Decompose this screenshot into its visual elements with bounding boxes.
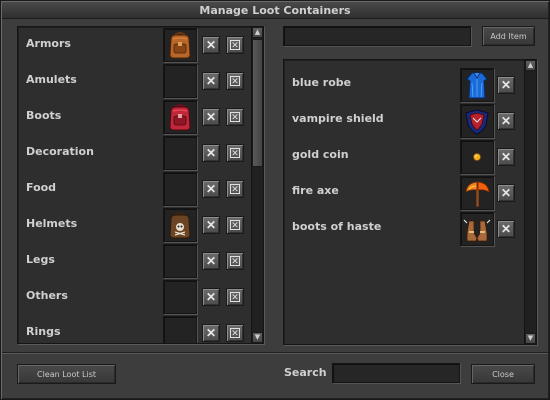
container-slot[interactable] xyxy=(163,316,197,343)
remove-container-button[interactable]: ✕ xyxy=(202,216,220,234)
set-container-button[interactable]: ✕ xyxy=(226,108,244,126)
category-label: Decoration xyxy=(26,145,94,158)
category-label: Legs xyxy=(26,253,55,266)
loot-item-row: fire axe ✕ xyxy=(284,174,524,210)
boots-of-haste-icon xyxy=(463,219,491,242)
loot-item-row: vampire shield ✕ xyxy=(284,102,524,138)
item-slot xyxy=(460,104,494,138)
item-slot xyxy=(460,176,494,210)
container-slot[interactable] xyxy=(163,64,197,98)
category-label: Rings xyxy=(26,325,61,338)
container-slot[interactable] xyxy=(163,28,197,62)
category-row-legs: Legs ✕ ✕ xyxy=(18,243,248,279)
clean-loot-list-button[interactable]: Clean Loot List xyxy=(17,364,116,384)
remove-item-button[interactable]: ✕ xyxy=(497,148,515,166)
manage-loot-window: Manage Loot Containers Armors ✕ ✕ Amulet… xyxy=(0,0,550,400)
category-label: Helmets xyxy=(26,217,78,230)
category-label: Boots xyxy=(26,109,62,122)
category-row-boots: Boots ✕ ✕ xyxy=(18,99,248,135)
scroll-up-icon[interactable]: ▲ xyxy=(525,60,536,71)
blue-robe-icon xyxy=(466,72,488,99)
scroll-up-icon[interactable]: ▲ xyxy=(252,27,263,38)
category-row-armors: Armors ✕ ✕ xyxy=(18,27,248,63)
search-input[interactable] xyxy=(332,363,460,383)
remove-container-button[interactable]: ✕ xyxy=(202,252,220,270)
footer-divider xyxy=(2,352,548,354)
category-label: Armors xyxy=(26,37,71,50)
loot-item-row: blue robe ✕ xyxy=(284,66,524,102)
category-row-amulets: Amulets ✕ ✕ xyxy=(18,63,248,99)
remove-item-button[interactable]: ✕ xyxy=(497,112,515,130)
loot-item-row: gold coin ✕ xyxy=(284,138,524,174)
container-slot[interactable] xyxy=(163,172,197,206)
category-row-helmets: Helmets ✕ ✕ xyxy=(18,207,248,243)
item-name-input[interactable] xyxy=(283,26,471,46)
container-slot[interactable] xyxy=(163,136,197,170)
search-label: Search xyxy=(284,366,327,379)
add-item-button[interactable]: Add Item xyxy=(482,26,535,46)
pirate-backpack-icon xyxy=(169,212,191,239)
orange-backpack-icon xyxy=(169,32,191,59)
remove-container-button[interactable]: ✕ xyxy=(202,180,220,198)
red-backpack-icon xyxy=(169,104,191,131)
item-slot xyxy=(460,68,494,102)
gold-coin-icon xyxy=(473,153,481,161)
item-label: boots of haste xyxy=(292,220,382,233)
set-container-button[interactable]: ✕ xyxy=(226,324,244,342)
remove-container-button[interactable]: ✕ xyxy=(202,36,220,54)
set-container-button[interactable]: ✕ xyxy=(226,144,244,162)
vampire-shield-icon xyxy=(465,109,489,135)
category-label: Others xyxy=(26,289,68,302)
category-row-others: Others ✕ ✕ xyxy=(18,279,248,315)
scroll-thumb[interactable] xyxy=(252,39,263,167)
set-container-button[interactable]: ✕ xyxy=(226,288,244,306)
remove-container-button[interactable]: ✕ xyxy=(202,288,220,306)
set-container-button[interactable]: ✕ xyxy=(226,36,244,54)
remove-item-button[interactable]: ✕ xyxy=(497,184,515,202)
loot-item-list: blue robe ✕ vampire shield ✕ gold coin ✕… xyxy=(283,59,537,345)
item-slot xyxy=(460,212,494,246)
remove-container-button[interactable]: ✕ xyxy=(202,108,220,126)
close-button[interactable]: Close xyxy=(471,364,535,384)
category-label: Amulets xyxy=(26,73,77,86)
category-scrollbar[interactable]: ▲ ▼ xyxy=(251,27,263,343)
item-slot xyxy=(460,140,494,174)
set-container-button[interactable]: ✕ xyxy=(226,216,244,234)
scroll-down-icon[interactable]: ▼ xyxy=(525,333,536,344)
category-row-rings: Rings ✕ ✕ xyxy=(18,315,248,343)
container-slot[interactable] xyxy=(163,208,197,242)
remove-container-button[interactable]: ✕ xyxy=(202,72,220,90)
category-list: Armors ✕ ✕ Amulets ✕ ✕ Boots ✕ ✕ Decorat… xyxy=(17,26,264,344)
set-container-button[interactable]: ✕ xyxy=(226,252,244,270)
remove-container-button[interactable]: ✕ xyxy=(202,144,220,162)
category-row-decoration: Decoration ✕ ✕ xyxy=(18,135,248,171)
remove-item-button[interactable]: ✕ xyxy=(497,220,515,238)
item-label: blue robe xyxy=(292,76,352,89)
container-slot[interactable] xyxy=(163,244,197,278)
fire-axe-icon xyxy=(465,181,490,208)
set-container-button[interactable]: ✕ xyxy=(226,72,244,90)
item-label: vampire shield xyxy=(292,112,384,125)
container-slot[interactable] xyxy=(163,280,197,314)
item-label: gold coin xyxy=(292,148,349,161)
category-row-food: Food ✕ ✕ xyxy=(18,171,248,207)
window-title[interactable]: Manage Loot Containers xyxy=(2,2,548,19)
scroll-down-icon[interactable]: ▼ xyxy=(252,332,263,343)
set-container-button[interactable]: ✕ xyxy=(226,180,244,198)
remove-container-button[interactable]: ✕ xyxy=(202,324,220,342)
loot-item-scrollbar[interactable]: ▲ ▼ xyxy=(524,60,536,344)
container-slot[interactable] xyxy=(163,100,197,134)
category-label: Food xyxy=(26,181,57,194)
item-label: fire axe xyxy=(292,184,339,197)
remove-item-button[interactable]: ✕ xyxy=(497,76,515,94)
loot-item-row: boots of haste ✕ xyxy=(284,210,524,246)
